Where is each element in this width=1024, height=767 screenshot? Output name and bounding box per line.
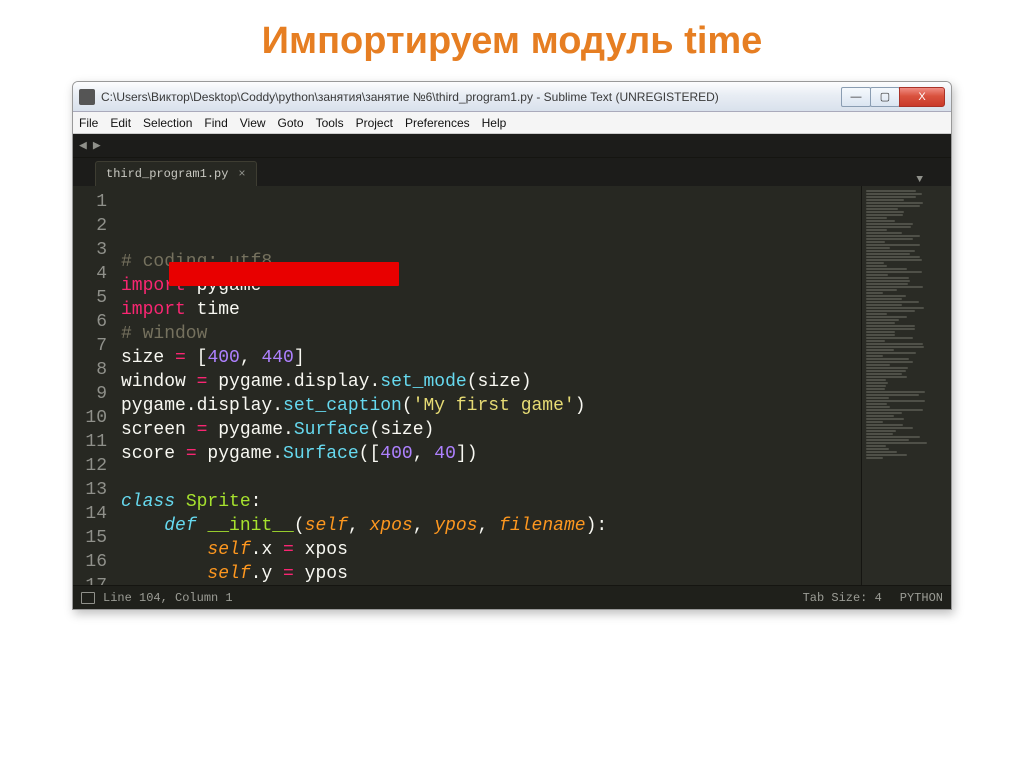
syntax-mode[interactable]: PYTHON: [900, 591, 943, 605]
menu-help[interactable]: Help: [482, 116, 507, 130]
tab-close-icon[interactable]: ×: [238, 167, 245, 181]
code-line[interactable]: def __init__(self, xpos, ypos, filename)…: [121, 514, 861, 538]
code-line[interactable]: # window: [121, 322, 861, 346]
minimap[interactable]: [861, 186, 951, 585]
code-line[interactable]: [121, 466, 861, 490]
menu-view[interactable]: View: [240, 116, 266, 130]
editor-area: ◀ ▶ third_program1.py × ▼ 12345678910111…: [73, 134, 951, 609]
code-editor[interactable]: # coding: utf8import pygameimport time# …: [121, 186, 861, 585]
line-number: 7: [73, 334, 107, 358]
menu-project[interactable]: Project: [356, 116, 393, 130]
code-line[interactable]: self.y = ypos: [121, 562, 861, 585]
line-gutter: 1234567891011121314151617: [73, 186, 121, 585]
menubar: File Edit Selection Find View Goto Tools…: [73, 112, 951, 134]
nav-back-icon[interactable]: ◀: [79, 138, 87, 153]
menu-find[interactable]: Find: [204, 116, 227, 130]
nav-forward-icon[interactable]: ▶: [93, 138, 101, 153]
line-number: 4: [73, 262, 107, 286]
code-line[interactable]: import time: [121, 298, 861, 322]
line-number: 15: [73, 526, 107, 550]
line-number: 17: [73, 574, 107, 585]
code-line[interactable]: class Sprite:: [121, 490, 861, 514]
line-number: 11: [73, 430, 107, 454]
file-tab[interactable]: third_program1.py ×: [95, 161, 257, 186]
titlebar: C:\Users\Виктор\Desktop\Coddy\python\зан…: [73, 82, 951, 112]
line-number: 9: [73, 382, 107, 406]
cursor-position: Line 104, Column 1: [103, 591, 233, 605]
highlight-underline: [169, 262, 399, 286]
menu-goto[interactable]: Goto: [278, 116, 304, 130]
slide-title: Импортируем модуль time: [50, 20, 974, 63]
line-number: 16: [73, 550, 107, 574]
tab-row: third_program1.py × ▼: [73, 158, 951, 186]
menu-edit[interactable]: Edit: [110, 116, 131, 130]
menu-preferences[interactable]: Preferences: [405, 116, 470, 130]
line-number: 13: [73, 478, 107, 502]
line-number: 10: [73, 406, 107, 430]
panel-icon[interactable]: [81, 592, 95, 604]
tab-dropdown-icon[interactable]: ▼: [910, 174, 929, 186]
line-number: 3: [73, 238, 107, 262]
code-line[interactable]: screen = pygame.Surface(size): [121, 418, 861, 442]
line-number: 8: [73, 358, 107, 382]
line-number: 2: [73, 214, 107, 238]
tab-size[interactable]: Tab Size: 4: [803, 591, 882, 605]
file-tab-label: third_program1.py: [106, 167, 228, 181]
code-line[interactable]: window = pygame.display.set_mode(size): [121, 370, 861, 394]
line-number: 14: [73, 502, 107, 526]
app-window: C:\Users\Виктор\Desktop\Coddy\python\зан…: [72, 81, 952, 610]
code-line[interactable]: score = pygame.Surface([400, 40]): [121, 442, 861, 466]
code-line[interactable]: self.x = xpos: [121, 538, 861, 562]
app-icon: [79, 89, 95, 105]
menu-selection[interactable]: Selection: [143, 116, 192, 130]
maximize-button[interactable]: ▢: [870, 87, 900, 107]
code-line[interactable]: pygame.display.set_caption('My first gam…: [121, 394, 861, 418]
code-line[interactable]: size = [400, 440]: [121, 346, 861, 370]
line-number: 5: [73, 286, 107, 310]
menu-file[interactable]: File: [79, 116, 98, 130]
statusbar: Line 104, Column 1 Tab Size: 4 PYTHON: [73, 585, 951, 609]
menu-tools[interactable]: Tools: [316, 116, 344, 130]
window-title: C:\Users\Виктор\Desktop\Coddy\python\зан…: [101, 90, 842, 104]
line-number: 6: [73, 310, 107, 334]
line-number: 12: [73, 454, 107, 478]
minimize-button[interactable]: —: [841, 87, 871, 107]
close-button[interactable]: X: [899, 87, 945, 107]
line-number: 1: [73, 190, 107, 214]
